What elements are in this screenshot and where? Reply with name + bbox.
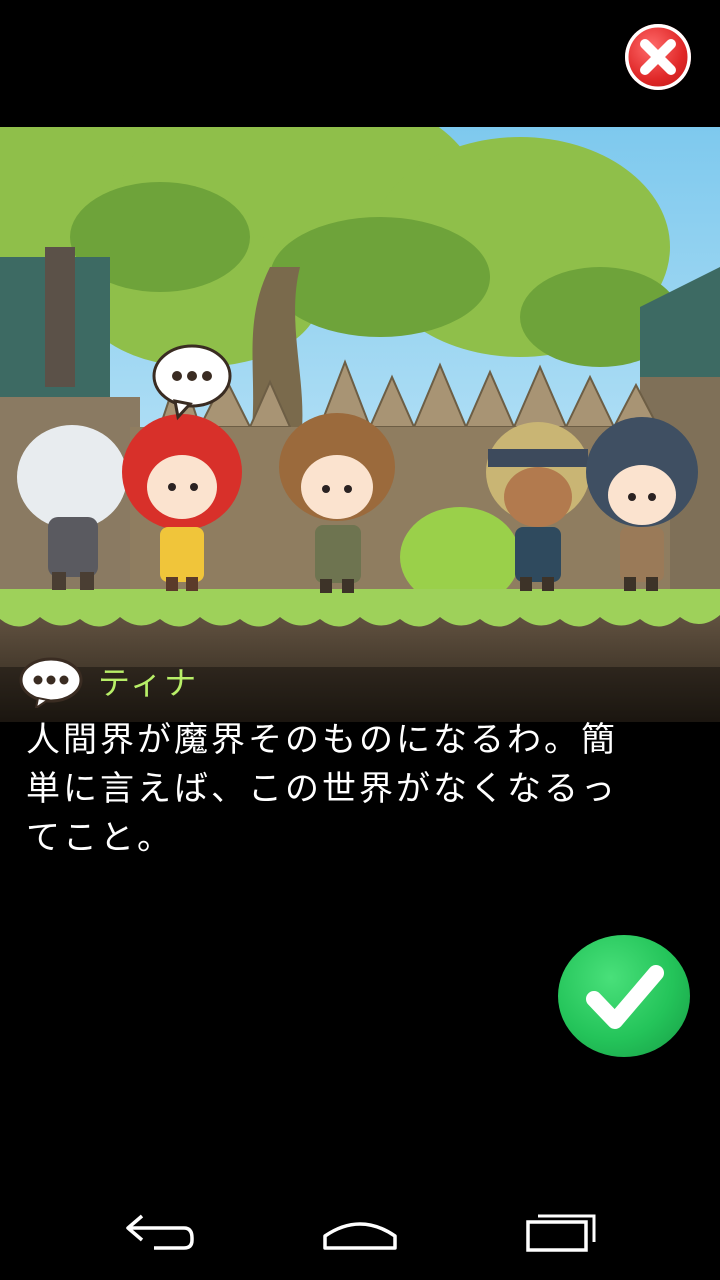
speech-bubble-icon bbox=[18, 656, 84, 711]
home-button[interactable] bbox=[315, 1208, 405, 1252]
close-x-icon bbox=[625, 24, 691, 90]
confirm-button[interactable] bbox=[558, 935, 690, 1057]
checkmark-icon bbox=[586, 965, 664, 1029]
home-icon bbox=[323, 1222, 397, 1250]
back-icon bbox=[126, 1214, 194, 1250]
scene-artwork bbox=[0, 127, 720, 722]
close-button[interactable] bbox=[625, 24, 691, 90]
game-screen: ティナ 人間界が魔界そのものになるわ。簡 単に言えば、この世界がなくなるっ てこ… bbox=[0, 0, 720, 1280]
speaker-row: ティナ bbox=[18, 655, 199, 711]
speaker-name: ティナ bbox=[98, 664, 199, 702]
recent-apps-button[interactable] bbox=[516, 1208, 606, 1252]
recent-apps-icon bbox=[526, 1214, 596, 1252]
back-button[interactable] bbox=[114, 1208, 204, 1252]
scene-illustration bbox=[0, 127, 720, 722]
dialogue-text: 人間界が魔界そのものになるわ。簡 単に言えば、この世界がなくなるっ てこと。 bbox=[26, 720, 618, 858]
system-nav-bar bbox=[0, 1180, 720, 1280]
